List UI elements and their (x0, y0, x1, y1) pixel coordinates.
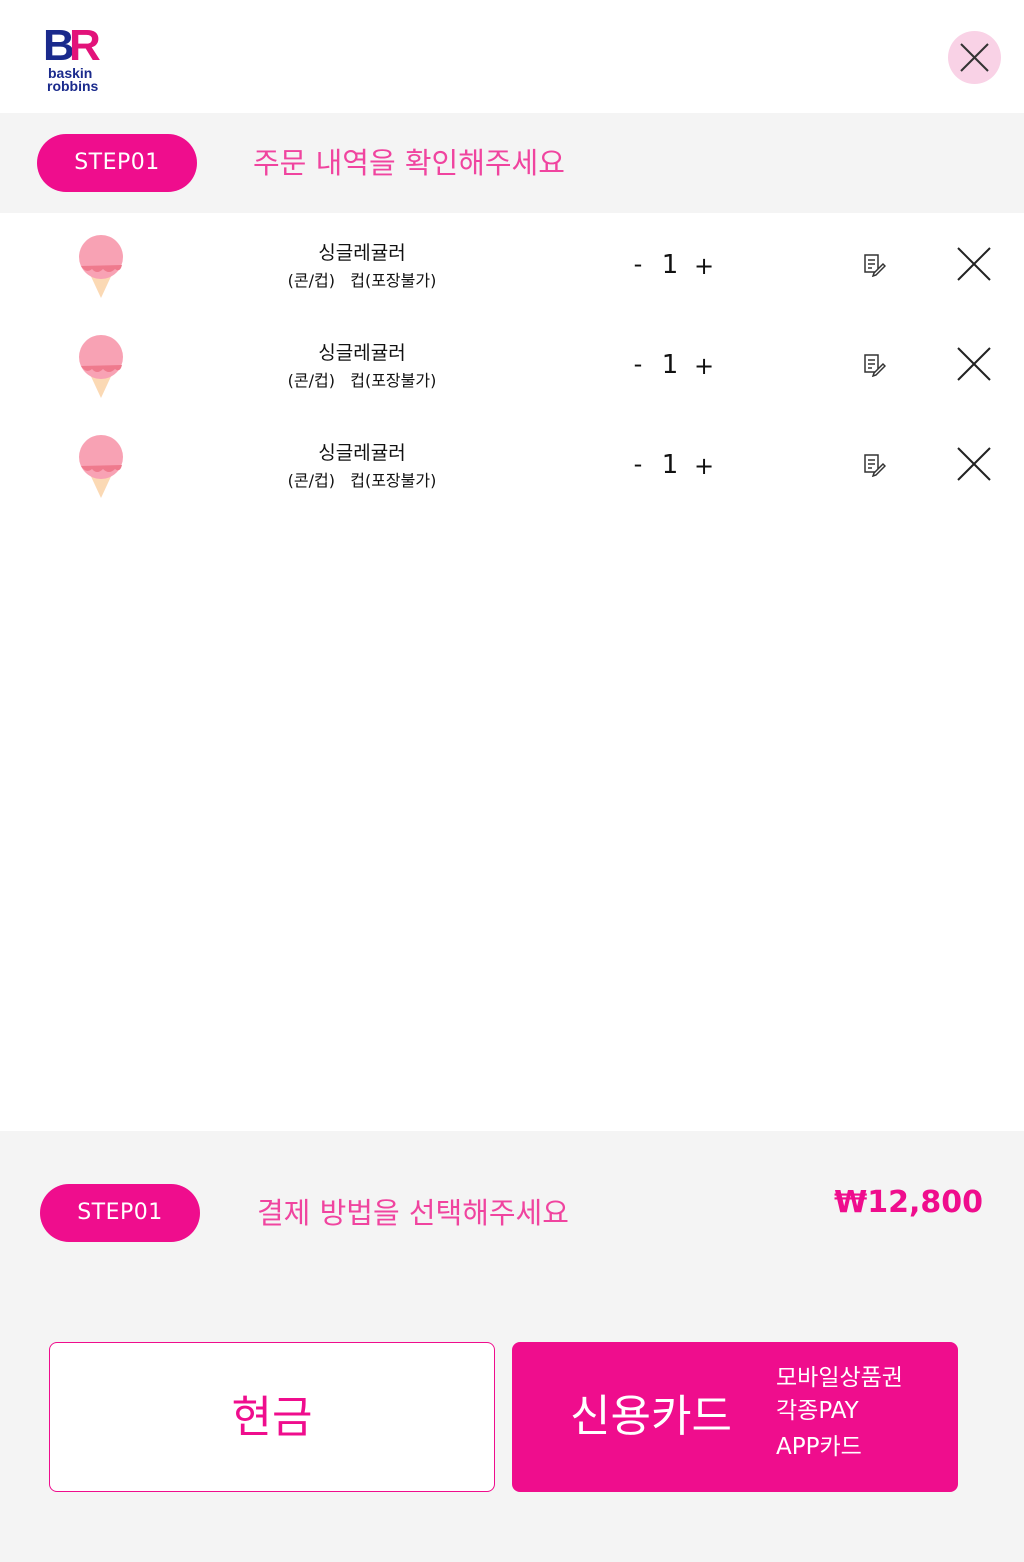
payment-step-title: 결제 방법을 선택해주세요 (257, 1196, 569, 1230)
svg-text:robbins: robbins (47, 78, 99, 94)
cash-payment-button[interactable]: 현금 (49, 1342, 495, 1492)
order-step-band: STEP01 주문 내역을 확인해주세요 (0, 113, 1024, 213)
header: B R baskin robbins (0, 0, 1024, 113)
payment-section: STEP01 결제 방법을 선택해주세요 ₩12,800 현금 신용카드 모바일… (0, 1131, 1024, 1562)
remove-item-button[interactable] (956, 246, 992, 282)
ice-cream-cone-icon (76, 432, 126, 500)
card-sub-pay: 각종PAY (776, 1398, 859, 1424)
quantity-value: 1 (661, 450, 679, 480)
quantity-decrease-button[interactable]: - (627, 451, 649, 477)
cash-payment-label: 현금 (231, 1392, 313, 1443)
order-step-badge: STEP01 (37, 134, 197, 192)
memo-edit-icon[interactable] (862, 453, 886, 477)
item-name: 싱글레귤러 (318, 342, 406, 364)
close-icon (960, 43, 989, 72)
credit-card-label: 신용카드 (570, 1391, 732, 1442)
item-options: (콘/컵) 컵(포장불가) (287, 271, 437, 290)
quantity-increase-button[interactable]: + (692, 353, 716, 379)
order-item-row: 싱글레귤러 (콘/컵) 컵(포장불가) - 1 + (0, 313, 1024, 413)
order-total: ₩12,800 (834, 1185, 983, 1220)
order-item-row: 싱글레귤러 (콘/컵) 컵(포장불가) - 1 + (0, 213, 1024, 313)
quantity-decrease-button[interactable]: - (627, 351, 649, 377)
credit-card-payment-button[interactable]: 신용카드 모바일상품권 각종PAY APP카드 (512, 1342, 958, 1492)
quantity-increase-button[interactable]: + (692, 253, 716, 279)
remove-item-button[interactable] (956, 446, 992, 482)
ice-cream-cone-icon (76, 232, 126, 300)
remove-item-button[interactable] (956, 346, 992, 382)
card-sub-mobile-voucher: 모바일상품권 (776, 1365, 903, 1391)
svg-text:R: R (69, 21, 101, 70)
close-button[interactable] (948, 31, 1001, 84)
quantity-value: 1 (661, 350, 679, 380)
payment-step-badge: STEP01 (40, 1184, 200, 1242)
memo-edit-icon[interactable] (862, 353, 886, 377)
item-name: 싱글레귤러 (318, 242, 406, 264)
quantity-increase-button[interactable]: + (692, 453, 716, 479)
order-step-title: 주문 내역을 확인해주세요 (253, 146, 565, 180)
item-name: 싱글레귤러 (318, 442, 406, 464)
order-item-list: 싱글레귤러 (콘/컵) 컵(포장불가) - 1 + 싱글레귤러 (콘/컵) 컵(… (0, 213, 1024, 1131)
item-options: (콘/컵) 컵(포장불가) (287, 471, 437, 490)
memo-edit-icon[interactable] (862, 253, 886, 277)
card-sub-app-card: APP카드 (776, 1434, 862, 1460)
order-item-row: 싱글레귤러 (콘/컵) 컵(포장불가) - 1 + (0, 413, 1024, 513)
quantity-decrease-button[interactable]: - (627, 251, 649, 277)
baskin-robbins-logo: B R baskin robbins (42, 20, 108, 96)
item-options: (콘/컵) 컵(포장불가) (287, 371, 437, 390)
quantity-value: 1 (661, 250, 679, 280)
ice-cream-cone-icon (76, 332, 126, 400)
